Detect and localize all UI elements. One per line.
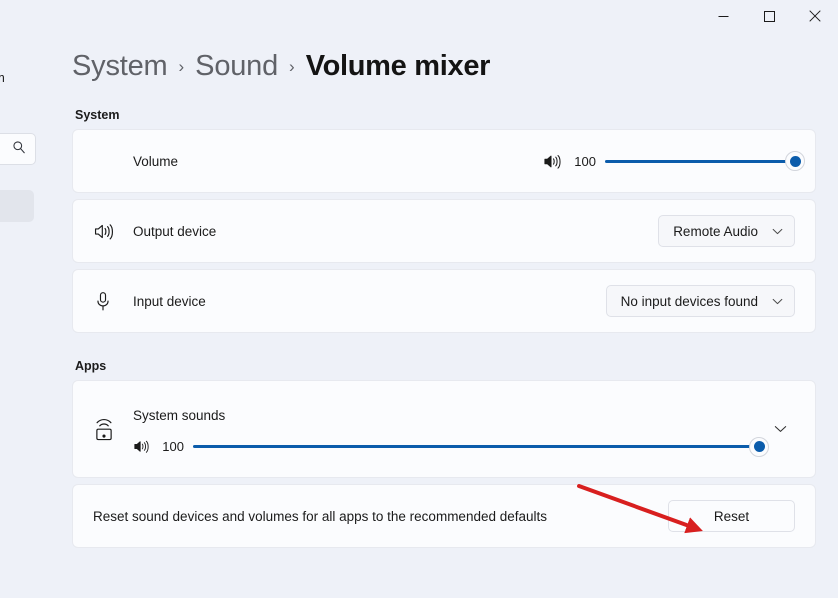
chevron-down-icon	[772, 228, 783, 235]
breadcrumb-separator-icon: ›	[289, 57, 295, 76]
input-device-row: Input device No input devices found	[73, 270, 815, 332]
reset-row: Reset sound devices and volumes for all …	[73, 485, 815, 547]
volume-row: Volume 100	[73, 130, 815, 192]
input-device-label: Input device	[133, 293, 206, 309]
speaker-icon	[543, 153, 562, 170]
system-sounds-slider-group: 100	[133, 436, 769, 457]
speaker-icon	[133, 439, 150, 454]
section-heading-system: System	[75, 108, 120, 122]
breadcrumb-separator-icon: ›	[178, 57, 185, 76]
output-device-card: Output device Remote Audio	[72, 199, 816, 263]
system-sounds-value: 100	[162, 439, 184, 454]
breadcrumb-item-sound[interactable]: Sound	[195, 50, 278, 83]
output-device-value: Remote Audio	[673, 223, 758, 239]
page-title: Volume mixer	[305, 49, 491, 82]
system-sounds-slider[interactable]	[193, 436, 769, 457]
search-icon	[12, 140, 26, 159]
reset-description: Reset sound devices and volumes for all …	[93, 508, 548, 524]
breadcrumb: System › Sound › Volume mixer	[72, 44, 818, 88]
section-heading-apps: Apps	[75, 359, 107, 373]
output-device-row: Output device Remote Audio	[73, 200, 815, 262]
system-sounds-title: System sounds	[133, 408, 226, 423]
volume-slider-track	[605, 159, 795, 163]
system-sounds-card: System sounds 100	[72, 380, 816, 478]
output-device-dropdown[interactable]: Remote Audio	[658, 215, 795, 247]
reset-button[interactable]: Reset	[668, 500, 795, 532]
reset-card: Reset sound devices and volumes for all …	[72, 484, 816, 548]
volume-slider-thumb[interactable]	[785, 151, 805, 171]
volume-value: 100	[574, 153, 596, 169]
system-sounds-row: System sounds 100	[73, 381, 815, 477]
chevron-down-icon	[772, 298, 783, 305]
volume-card: Volume 100	[72, 129, 816, 193]
speaker-icon	[93, 222, 133, 241]
volume-slider-group: 100	[543, 151, 805, 171]
volume-label: Volume	[133, 153, 179, 169]
breadcrumb-item-system[interactable]: System	[72, 50, 168, 83]
system-sounds-expander[interactable]	[765, 420, 795, 438]
sidebar-strip: m	[0, 0, 48, 598]
settings-content: System › Sound › Volume mixer System Vol…	[72, 0, 818, 548]
input-device-value: No input devices found	[620, 293, 758, 309]
wireless-display-icon	[93, 416, 133, 443]
input-device-card: Input device No input devices found	[72, 269, 816, 333]
system-sounds-slider-track	[193, 445, 759, 448]
volume-slider[interactable]	[605, 151, 805, 171]
output-device-label: Output device	[133, 223, 217, 239]
input-device-dropdown[interactable]: No input devices found	[605, 285, 795, 317]
system-sounds-slider-thumb[interactable]	[749, 436, 769, 457]
sidebar-item-selected[interactable]	[0, 190, 34, 222]
sidebar-user-text: m	[0, 70, 5, 85]
microphone-icon	[93, 291, 133, 312]
search-input[interactable]	[0, 133, 36, 165]
chevron-down-icon	[774, 420, 787, 438]
